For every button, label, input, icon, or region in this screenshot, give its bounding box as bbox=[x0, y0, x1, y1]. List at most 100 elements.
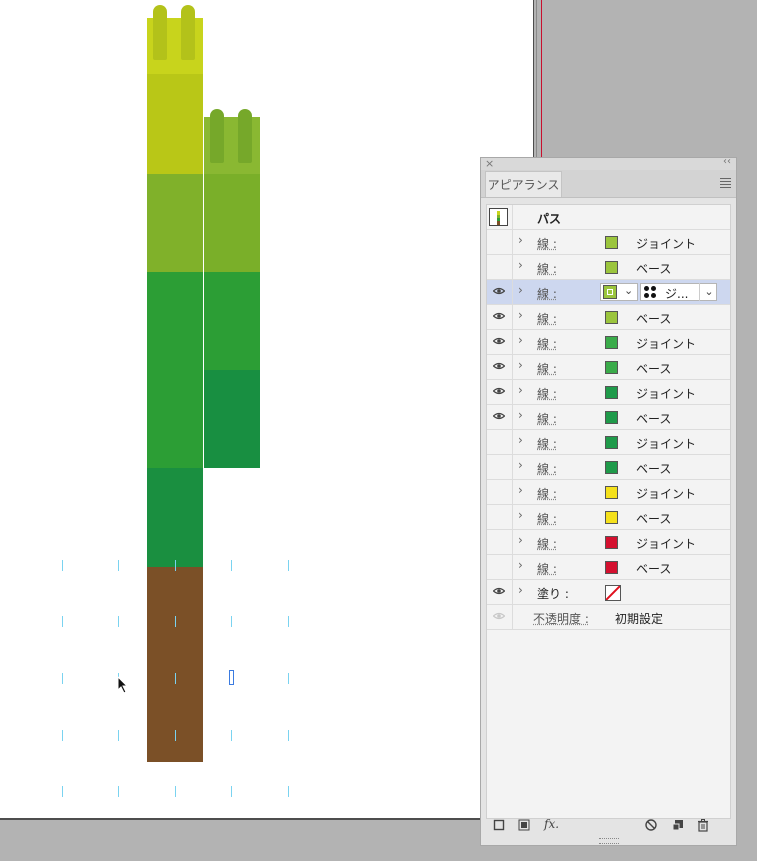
stroke-label[interactable]: 線 : bbox=[537, 360, 557, 377]
artboard-canvas[interactable] bbox=[0, 0, 534, 820]
stroke-label[interactable]: 線 : bbox=[537, 535, 557, 552]
opacity-row[interactable]: 不透明度 : 初期設定 bbox=[487, 605, 730, 630]
stroke-row[interactable]: › 線 : ジョイント bbox=[487, 430, 730, 455]
selected-anchor-point[interactable] bbox=[229, 670, 234, 685]
stroke-swatch[interactable] bbox=[605, 461, 618, 474]
stroke-color-picker[interactable]: ⌄ bbox=[600, 283, 638, 301]
visibility-toggle[interactable] bbox=[487, 430, 513, 454]
close-icon[interactable]: × bbox=[485, 157, 494, 170]
stroke-label[interactable]: 線 : bbox=[537, 235, 557, 252]
fill-row[interactable]: › 塗り : bbox=[487, 580, 730, 605]
fill-label[interactable]: 塗り : bbox=[537, 585, 569, 602]
stroke-label[interactable]: 線 : bbox=[537, 485, 557, 502]
visibility-toggle[interactable] bbox=[487, 355, 513, 379]
fill-swatch-none[interactable] bbox=[605, 585, 621, 601]
path-thumbnail bbox=[489, 208, 508, 226]
visibility-toggle[interactable] bbox=[487, 280, 513, 304]
chevron-right-icon[interactable]: › bbox=[518, 283, 523, 297]
fx-icon[interactable]: fx. bbox=[544, 817, 559, 831]
stroke-row[interactable]: › 線 : ジョイント bbox=[487, 530, 730, 555]
stroke-label[interactable]: 線 : bbox=[537, 260, 557, 277]
chevron-right-icon[interactable]: › bbox=[518, 233, 523, 247]
stroke-swatch[interactable] bbox=[605, 436, 618, 449]
chevron-right-icon[interactable]: › bbox=[518, 358, 523, 372]
chevron-down-icon[interactable]: ⌄ bbox=[624, 284, 633, 297]
brush-picker[interactable]: ジ... ⌄ bbox=[640, 283, 717, 301]
stroke-swatch[interactable] bbox=[605, 261, 618, 274]
stroke-swatch[interactable] bbox=[605, 236, 618, 249]
brush-name: ジョイント bbox=[636, 487, 697, 501]
stroke-label[interactable]: 線 : bbox=[537, 285, 557, 302]
stroke-label[interactable]: 線 : bbox=[537, 310, 557, 327]
chevron-right-icon[interactable]: › bbox=[518, 483, 523, 497]
visibility-toggle[interactable] bbox=[487, 480, 513, 504]
resize-grip[interactable] bbox=[599, 838, 619, 844]
stroke-row[interactable]: › 線 : ベース bbox=[487, 255, 730, 280]
panel-menu-icon[interactable] bbox=[720, 176, 731, 190]
stroke-swatch[interactable] bbox=[605, 411, 618, 424]
chevron-right-icon[interactable]: › bbox=[518, 458, 523, 472]
stroke-label[interactable]: 線 : bbox=[537, 385, 557, 402]
chevron-right-icon[interactable]: › bbox=[518, 508, 523, 522]
chevron-right-icon[interactable]: › bbox=[518, 558, 523, 572]
stroke-label[interactable]: 線 : bbox=[537, 460, 557, 477]
stroke-swatch[interactable] bbox=[605, 511, 618, 524]
path-header-row[interactable]: パス bbox=[487, 205, 730, 230]
chevron-right-icon[interactable]: › bbox=[518, 308, 523, 322]
stroke-row[interactable]: › 線 : ジョイント bbox=[487, 230, 730, 255]
visibility-toggle[interactable] bbox=[487, 530, 513, 554]
visibility-toggle[interactable] bbox=[487, 455, 513, 479]
trash-icon[interactable] bbox=[697, 819, 709, 832]
stroke-row[interactable]: › 線 : ジョイント bbox=[487, 480, 730, 505]
stroke-swatch[interactable] bbox=[605, 486, 618, 499]
stroke-swatch[interactable] bbox=[605, 311, 618, 324]
stroke-row[interactable]: › 線 : ベース bbox=[487, 505, 730, 530]
stroke-label[interactable]: 線 : bbox=[537, 335, 557, 352]
visibility-toggle[interactable] bbox=[487, 255, 513, 279]
stroke-row[interactable]: › 線 : ⌄ ジ... ⌄ bbox=[487, 280, 730, 305]
visibility-toggle[interactable] bbox=[487, 380, 513, 404]
chevron-right-icon[interactable]: › bbox=[518, 333, 523, 347]
stroke-row[interactable]: › 線 : ジョイント bbox=[487, 380, 730, 405]
opacity-label[interactable]: 不透明度 : bbox=[533, 610, 589, 627]
visibility-toggle[interactable] bbox=[487, 230, 513, 254]
chevron-down-icon[interactable]: ⌄ bbox=[699, 283, 718, 301]
chevron-right-icon[interactable]: › bbox=[518, 583, 523, 597]
visibility-toggle[interactable] bbox=[487, 505, 513, 529]
chevron-right-icon[interactable]: › bbox=[518, 533, 523, 547]
visibility-toggle[interactable] bbox=[487, 555, 513, 579]
visibility-toggle[interactable] bbox=[487, 405, 513, 429]
stroke-row[interactable]: › 線 : ベース bbox=[487, 305, 730, 330]
stroke-row[interactable]: › 線 : ジョイント bbox=[487, 330, 730, 355]
stroke-swatch[interactable] bbox=[605, 536, 618, 549]
new-fill-icon[interactable] bbox=[518, 819, 530, 831]
eye-icon bbox=[493, 387, 505, 395]
duplicate-icon[interactable] bbox=[672, 819, 684, 831]
stroke-label[interactable]: 線 : bbox=[537, 510, 557, 527]
chevron-right-icon[interactable]: › bbox=[518, 383, 523, 397]
stroke-swatch[interactable] bbox=[605, 386, 618, 399]
panel-titlebar[interactable]: × ‹‹ bbox=[481, 156, 736, 170]
new-stroke-icon[interactable] bbox=[493, 819, 505, 831]
stroke-swatch[interactable] bbox=[605, 561, 618, 574]
visibility-toggle[interactable] bbox=[487, 580, 513, 604]
stroke-swatch[interactable] bbox=[603, 285, 617, 299]
visibility-toggle[interactable] bbox=[487, 330, 513, 354]
stroke-label[interactable]: 線 : bbox=[537, 560, 557, 577]
stroke-row[interactable]: › 線 : ベース bbox=[487, 455, 730, 480]
stud bbox=[153, 5, 167, 60]
stroke-swatch[interactable] bbox=[605, 336, 618, 349]
stroke-label[interactable]: 線 : bbox=[537, 410, 557, 427]
stroke-swatch[interactable] bbox=[605, 361, 618, 374]
chevron-right-icon[interactable]: › bbox=[518, 258, 523, 272]
clear-icon[interactable] bbox=[645, 819, 657, 831]
chevron-right-icon[interactable]: › bbox=[518, 408, 523, 422]
stroke-label[interactable]: 線 : bbox=[537, 435, 557, 452]
stroke-row[interactable]: › 線 : ベース bbox=[487, 555, 730, 580]
tab-appearance[interactable]: アピアランス bbox=[485, 171, 562, 197]
visibility-toggle[interactable] bbox=[487, 305, 513, 329]
stroke-row[interactable]: › 線 : ベース bbox=[487, 355, 730, 380]
stroke-row[interactable]: › 線 : ベース bbox=[487, 405, 730, 430]
collapse-icon[interactable]: ‹‹ bbox=[723, 156, 731, 167]
chevron-right-icon[interactable]: › bbox=[518, 433, 523, 447]
